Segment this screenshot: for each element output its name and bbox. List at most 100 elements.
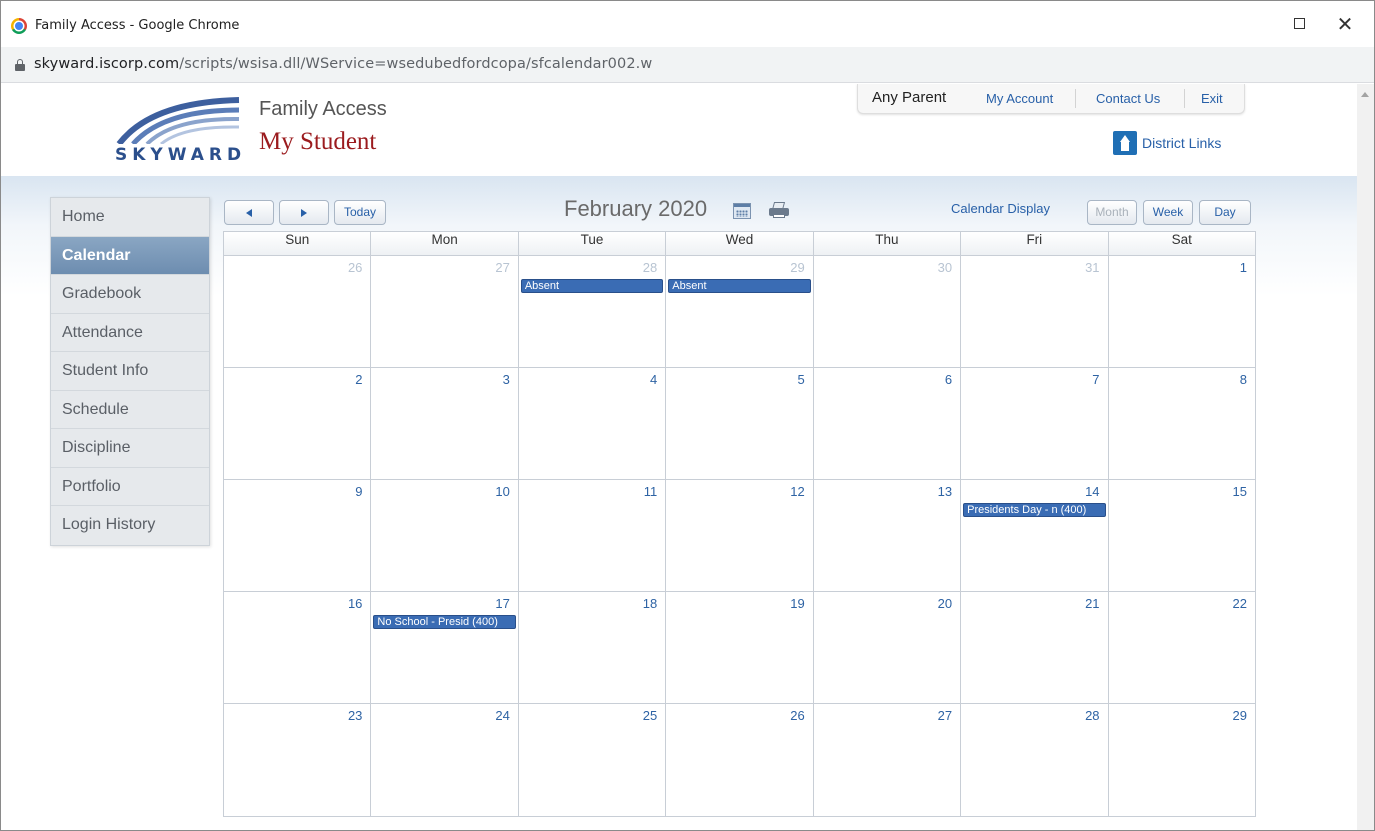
scroll-up-arrow-icon[interactable]: [1361, 92, 1369, 97]
day-number[interactable]: 22: [1232, 596, 1246, 611]
next-month-button[interactable]: [279, 200, 329, 225]
day-number[interactable]: 27: [495, 260, 509, 275]
day-number[interactable]: 21: [1085, 596, 1099, 611]
day-number[interactable]: 27: [938, 708, 952, 723]
day-number[interactable]: 24: [495, 708, 509, 723]
day-number[interactable]: 13: [938, 484, 952, 499]
contact-us-link[interactable]: Contact Us: [1096, 91, 1160, 106]
calendar-day-cell[interactable]: 14 Presidents Day - n (400): [961, 480, 1109, 591]
month-view-button[interactable]: Month: [1087, 200, 1137, 225]
day-number[interactable]: 5: [797, 372, 804, 387]
day-number[interactable]: 10: [495, 484, 509, 499]
calendar-day-cell[interactable]: 8: [1109, 368, 1255, 479]
calendar-day-cell[interactable]: 13: [814, 480, 962, 591]
day-number[interactable]: 17: [495, 596, 509, 611]
calendar-event[interactable]: Presidents Day - n (400): [963, 503, 1106, 517]
calendar-day-cell[interactable]: 3: [371, 368, 519, 479]
calendar-day-cell[interactable]: 19: [666, 592, 814, 703]
day-number[interactable]: 30: [938, 260, 952, 275]
nav-item-schedule[interactable]: Schedule: [51, 391, 209, 429]
my-account-link[interactable]: My Account: [986, 91, 1053, 106]
day-number[interactable]: 28: [1085, 708, 1099, 723]
day-number[interactable]: 26: [348, 260, 362, 275]
calendar-display-link[interactable]: Calendar Display: [951, 201, 1050, 216]
day-view-button[interactable]: Day: [1199, 200, 1251, 225]
calendar-day-cell[interactable]: 17 No School - Presid (400): [371, 592, 519, 703]
nav-item-discipline[interactable]: Discipline: [51, 429, 209, 468]
calendar-day-cell[interactable]: 23: [224, 704, 372, 816]
nav-item-student-info[interactable]: Student Info: [51, 352, 209, 391]
calendar-day-cell[interactable]: 28: [961, 704, 1109, 816]
day-number[interactable]: 18: [643, 596, 657, 611]
day-number[interactable]: 3: [503, 372, 510, 387]
nav-item-attendance[interactable]: Attendance: [51, 314, 209, 352]
calendar-event[interactable]: Absent: [520, 279, 664, 293]
date-picker-icon[interactable]: [733, 203, 751, 219]
day-number[interactable]: 7: [1092, 372, 1099, 387]
url-text[interactable]: skyward.iscorp.com/scripts/wsisa.dll/WSe…: [34, 56, 652, 72]
calendar-event[interactable]: Absent: [668, 279, 811, 293]
calendar-day-cell[interactable]: 29: [1109, 704, 1255, 816]
calendar-day-cell[interactable]: 10: [371, 480, 519, 591]
day-number[interactable]: 12: [790, 484, 804, 499]
calendar-day-cell[interactable]: 5: [666, 368, 814, 479]
calendar-day-cell[interactable]: 15: [1109, 480, 1255, 591]
calendar-day-cell[interactable]: 20: [814, 592, 962, 703]
day-number[interactable]: 29: [790, 260, 804, 275]
district-building-icon[interactable]: [1113, 131, 1137, 155]
calendar-day-cell[interactable]: 6: [814, 368, 962, 479]
calendar-day-cell[interactable]: 7: [961, 368, 1109, 479]
day-number[interactable]: 28: [643, 260, 657, 275]
week-view-button[interactable]: Week: [1143, 200, 1193, 225]
day-number[interactable]: 26: [790, 708, 804, 723]
previous-month-button[interactable]: [224, 200, 274, 225]
nav-item-portfolio[interactable]: Portfolio: [51, 468, 209, 506]
calendar-day-cell[interactable]: 25: [519, 704, 667, 816]
day-number[interactable]: 4: [650, 372, 657, 387]
nav-item-home[interactable]: Home: [51, 198, 209, 237]
nav-item-login-history[interactable]: Login History: [51, 506, 209, 545]
lock-icon[interactable]: [15, 59, 25, 71]
day-number[interactable]: 6: [945, 372, 952, 387]
calendar-day-cell[interactable]: 26: [666, 704, 814, 816]
day-number[interactable]: 9: [355, 484, 362, 499]
close-button[interactable]: ✕: [1330, 11, 1360, 37]
today-button[interactable]: Today: [334, 200, 386, 225]
day-number[interactable]: 14: [1085, 484, 1099, 499]
day-number[interactable]: 25: [643, 708, 657, 723]
calendar-day-cell[interactable]: 4: [519, 368, 667, 479]
calendar-day-cell[interactable]: 21: [961, 592, 1109, 703]
day-number[interactable]: 31: [1085, 260, 1099, 275]
calendar-day-cell[interactable]: 18: [519, 592, 667, 703]
maximize-button[interactable]: [1284, 11, 1314, 37]
day-number[interactable]: 16: [348, 596, 362, 611]
calendar-event[interactable]: No School - Presid (400): [373, 615, 516, 629]
calendar-day-cell[interactable]: 30: [814, 256, 962, 367]
calendar-day-cell[interactable]: 12: [666, 480, 814, 591]
day-number[interactable]: 23: [348, 708, 362, 723]
day-number[interactable]: 2: [355, 372, 362, 387]
calendar-day-cell[interactable]: 29 Absent: [666, 256, 814, 367]
day-number[interactable]: 19: [790, 596, 804, 611]
day-number[interactable]: 8: [1240, 372, 1247, 387]
calendar-day-cell[interactable]: 1: [1109, 256, 1255, 367]
day-number[interactable]: 29: [1232, 708, 1246, 723]
day-number[interactable]: 15: [1232, 484, 1246, 499]
calendar-day-cell[interactable]: 31: [961, 256, 1109, 367]
calendar-day-cell[interactable]: 27: [814, 704, 962, 816]
calendar-day-cell[interactable]: 24: [371, 704, 519, 816]
nav-item-gradebook[interactable]: Gradebook: [51, 275, 209, 314]
vertical-scrollbar[interactable]: [1357, 84, 1374, 830]
day-number[interactable]: 1: [1240, 260, 1247, 275]
calendar-day-cell[interactable]: 16: [224, 592, 372, 703]
calendar-day-cell[interactable]: 22: [1109, 592, 1255, 703]
calendar-day-cell[interactable]: 9: [224, 480, 372, 591]
calendar-day-cell[interactable]: 27: [371, 256, 519, 367]
calendar-day-cell[interactable]: 28 Absent: [519, 256, 667, 367]
nav-item-calendar[interactable]: Calendar: [51, 236, 209, 275]
print-icon[interactable]: [768, 201, 790, 219]
calendar-day-cell[interactable]: 26: [224, 256, 372, 367]
address-bar[interactable]: skyward.iscorp.com/scripts/wsisa.dll/WSe…: [1, 47, 1374, 83]
district-links-label[interactable]: District Links: [1142, 135, 1221, 151]
exit-link[interactable]: Exit: [1201, 91, 1223, 106]
